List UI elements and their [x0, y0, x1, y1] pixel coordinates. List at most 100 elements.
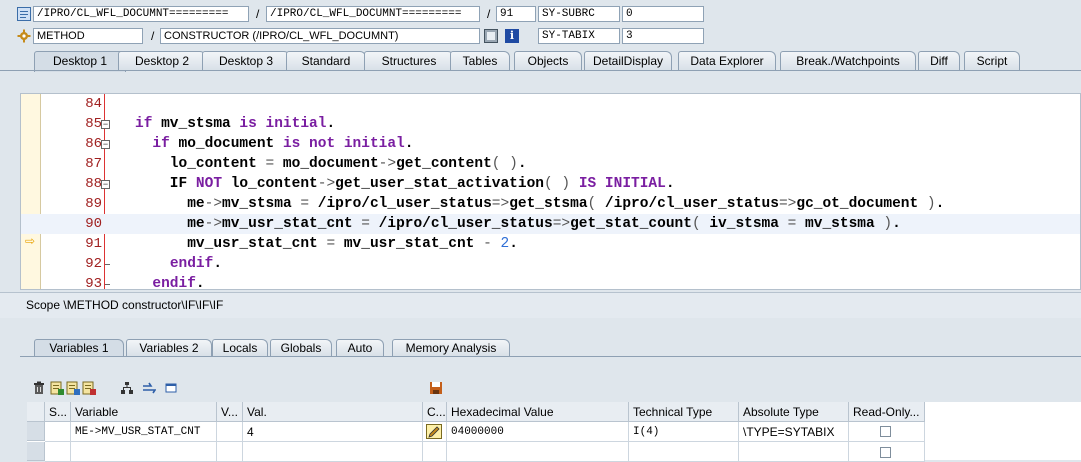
code-text: if mo_document is not initial. — [152, 136, 414, 152]
hex-value-cell[interactable] — [447, 442, 629, 462]
tab-structures[interactable]: Structures — [364, 51, 454, 71]
insert-row-icon[interactable] — [50, 381, 64, 395]
column-header-v[interactable]: V... — [217, 402, 243, 422]
sy-tabix-label: SY-TABIX — [538, 28, 620, 44]
column-header-value[interactable]: Val. — [243, 402, 423, 422]
delete-icon[interactable] — [32, 381, 46, 395]
code-text: if mv_stsma is initial. — [135, 116, 336, 132]
tab-globals[interactable]: Globals — [270, 339, 332, 357]
technical-type-cell — [629, 442, 739, 462]
pencil-icon[interactable] — [426, 424, 442, 439]
tab-locals[interactable]: Locals — [212, 339, 268, 357]
hierarchy-icon[interactable] — [120, 381, 134, 395]
sy-subrc-value: 0 — [622, 6, 704, 22]
source-code-editor[interactable]: 84 85 − if mv_stsma is initial. 86 − if … — [20, 93, 1081, 290]
fold-end-marker — [105, 284, 110, 285]
tab-detaildisplay[interactable]: DetailDisplay — [584, 51, 672, 71]
column-header-absolute-type[interactable]: Absolute Type — [739, 402, 849, 422]
save-icon[interactable] — [429, 381, 443, 395]
tab-tables[interactable]: Tables — [450, 51, 510, 71]
column-header-s[interactable]: S... — [45, 402, 71, 422]
code-line[interactable]: 86 − if mo_document is not initial. — [21, 134, 1080, 154]
sy-subrc-label: SY-SUBRC — [538, 6, 620, 22]
column-header-read-only[interactable]: Read-Only... — [849, 402, 925, 422]
change-cell[interactable] — [423, 422, 447, 442]
read-only-checkbox[interactable] — [880, 447, 891, 458]
code-text: me->mv_stsma = /ipro/cl_user_status=>get… — [135, 196, 945, 212]
program-field[interactable]: /IPRO/CL_WFL_DOCUMNT========= — [33, 6, 249, 22]
code-text: IF NOT lo_content->get_user_stat_activat… — [135, 176, 675, 192]
line-number: 86 — [85, 136, 102, 152]
read-only-cell — [849, 442, 925, 462]
table-cell[interactable] — [45, 442, 71, 462]
include-field[interactable]: /IPRO/CL_WFL_DOCUMNT========= — [266, 6, 480, 22]
value-cell[interactable]: 4 — [243, 422, 423, 442]
code-line[interactable]: 88 − IF NOT lo_content->get_user_stat_ac… — [21, 174, 1080, 194]
collapse-icon[interactable]: − — [101, 120, 110, 129]
technical-type-cell: I(4) — [629, 422, 739, 442]
column-header-technical-type[interactable]: Technical Type — [629, 402, 739, 422]
tab-script[interactable]: Script — [964, 51, 1020, 71]
code-line[interactable]: 89 me->mv_stsma = /ipro/cl_user_status=>… — [21, 194, 1080, 214]
line-number: 84 — [85, 96, 102, 112]
table-cell[interactable] — [45, 422, 71, 442]
window-icon[interactable] — [164, 381, 178, 395]
code-text: me->mv_usr_stat_cnt = /ipro/cl_user_stat… — [135, 216, 901, 232]
tab-desktop-1[interactable]: Desktop 1 — [34, 51, 126, 72]
tab-variables-2[interactable]: Variables 2 — [126, 339, 212, 357]
fold-end-marker — [105, 264, 110, 265]
row-selector[interactable] — [27, 422, 45, 441]
desktop-tabs: Desktop 1 Desktop 2 Desktop 3 Standard S… — [14, 51, 1081, 72]
code-line[interactable]: 85 − if mv_stsma is initial. — [21, 114, 1080, 134]
scope-bar: Scope \METHOD constructor\IF\IF\IF — [0, 292, 1081, 318]
tab-desktop-3[interactable]: Desktop 3 — [202, 51, 290, 71]
line-number-field[interactable]: 91 — [496, 6, 536, 22]
table-cell[interactable] — [217, 442, 243, 462]
line-number: 93 — [85, 276, 102, 290]
grid-row-selector-header — [27, 402, 45, 422]
tab-auto[interactable]: Auto — [336, 339, 384, 357]
tab-memory-analysis[interactable]: Memory Analysis — [392, 339, 510, 357]
code-line[interactable]: 87 lo_content = mo_document->get_content… — [21, 154, 1080, 174]
hex-value-cell[interactable]: 04000000 — [447, 422, 629, 442]
line-number: 92 — [85, 256, 102, 272]
tab-objects[interactable]: Objects — [514, 51, 582, 71]
value-cell[interactable] — [243, 442, 423, 462]
tab-data-explorer[interactable]: Data Explorer — [678, 51, 776, 71]
event-name-field: CONSTRUCTOR (/IPRO/CL_WFL_DOCUMNT) — [160, 28, 480, 44]
variable-input-cell[interactable] — [71, 442, 217, 462]
tab-standard[interactable]: Standard — [286, 51, 366, 71]
event-type-field: METHOD — [33, 28, 143, 44]
info-icon[interactable]: i — [505, 29, 519, 43]
tab-desktop-2[interactable]: Desktop 2 — [118, 51, 206, 71]
code-line[interactable]: 92 endif. — [21, 254, 1080, 274]
column-header-hex[interactable]: Hexadecimal Value — [447, 402, 629, 422]
tab-breakpoints[interactable]: Break./Watchpoints — [780, 51, 916, 71]
absolute-type-cell — [739, 442, 849, 462]
table-cell[interactable] — [423, 442, 447, 462]
remove-row-icon[interactable] — [82, 381, 96, 395]
read-only-checkbox[interactable] — [880, 426, 891, 437]
tab-diff[interactable]: Diff — [918, 51, 960, 71]
line-number: 87 — [85, 156, 102, 172]
collapse-icon[interactable]: − — [101, 180, 110, 189]
code-text: mv_usr_stat_cnt = mv_usr_stat_cnt - 2. — [135, 236, 518, 252]
navigate-icon[interactable] — [484, 29, 498, 43]
program-icon[interactable] — [17, 7, 31, 21]
transfer-icon[interactable] — [142, 381, 157, 395]
table-cell[interactable] — [217, 422, 243, 442]
tab-variables-1[interactable]: Variables 1 — [34, 339, 124, 357]
code-line[interactable]: 84 — [21, 94, 1080, 114]
variable-cell[interactable]: ME->MV_USR_STAT_CNT — [71, 422, 217, 442]
code-line[interactable]: ⇨ 91 mv_usr_stat_cnt = mv_usr_stat_cnt -… — [21, 234, 1080, 254]
code-line-current[interactable]: 90 me->mv_usr_stat_cnt = /ipro/cl_user_s… — [21, 214, 1080, 234]
code-line[interactable]: 93 endif. — [21, 274, 1080, 290]
line-number: 88 — [85, 176, 102, 192]
tab-divider — [0, 70, 1081, 71]
column-header-c[interactable]: C... — [423, 402, 447, 422]
column-header-variable[interactable]: Variable — [71, 402, 217, 422]
separator: / — [256, 7, 260, 21]
collapse-icon[interactable]: − — [101, 140, 110, 149]
append-row-icon[interactable] — [66, 381, 80, 395]
row-selector[interactable] — [27, 442, 45, 461]
